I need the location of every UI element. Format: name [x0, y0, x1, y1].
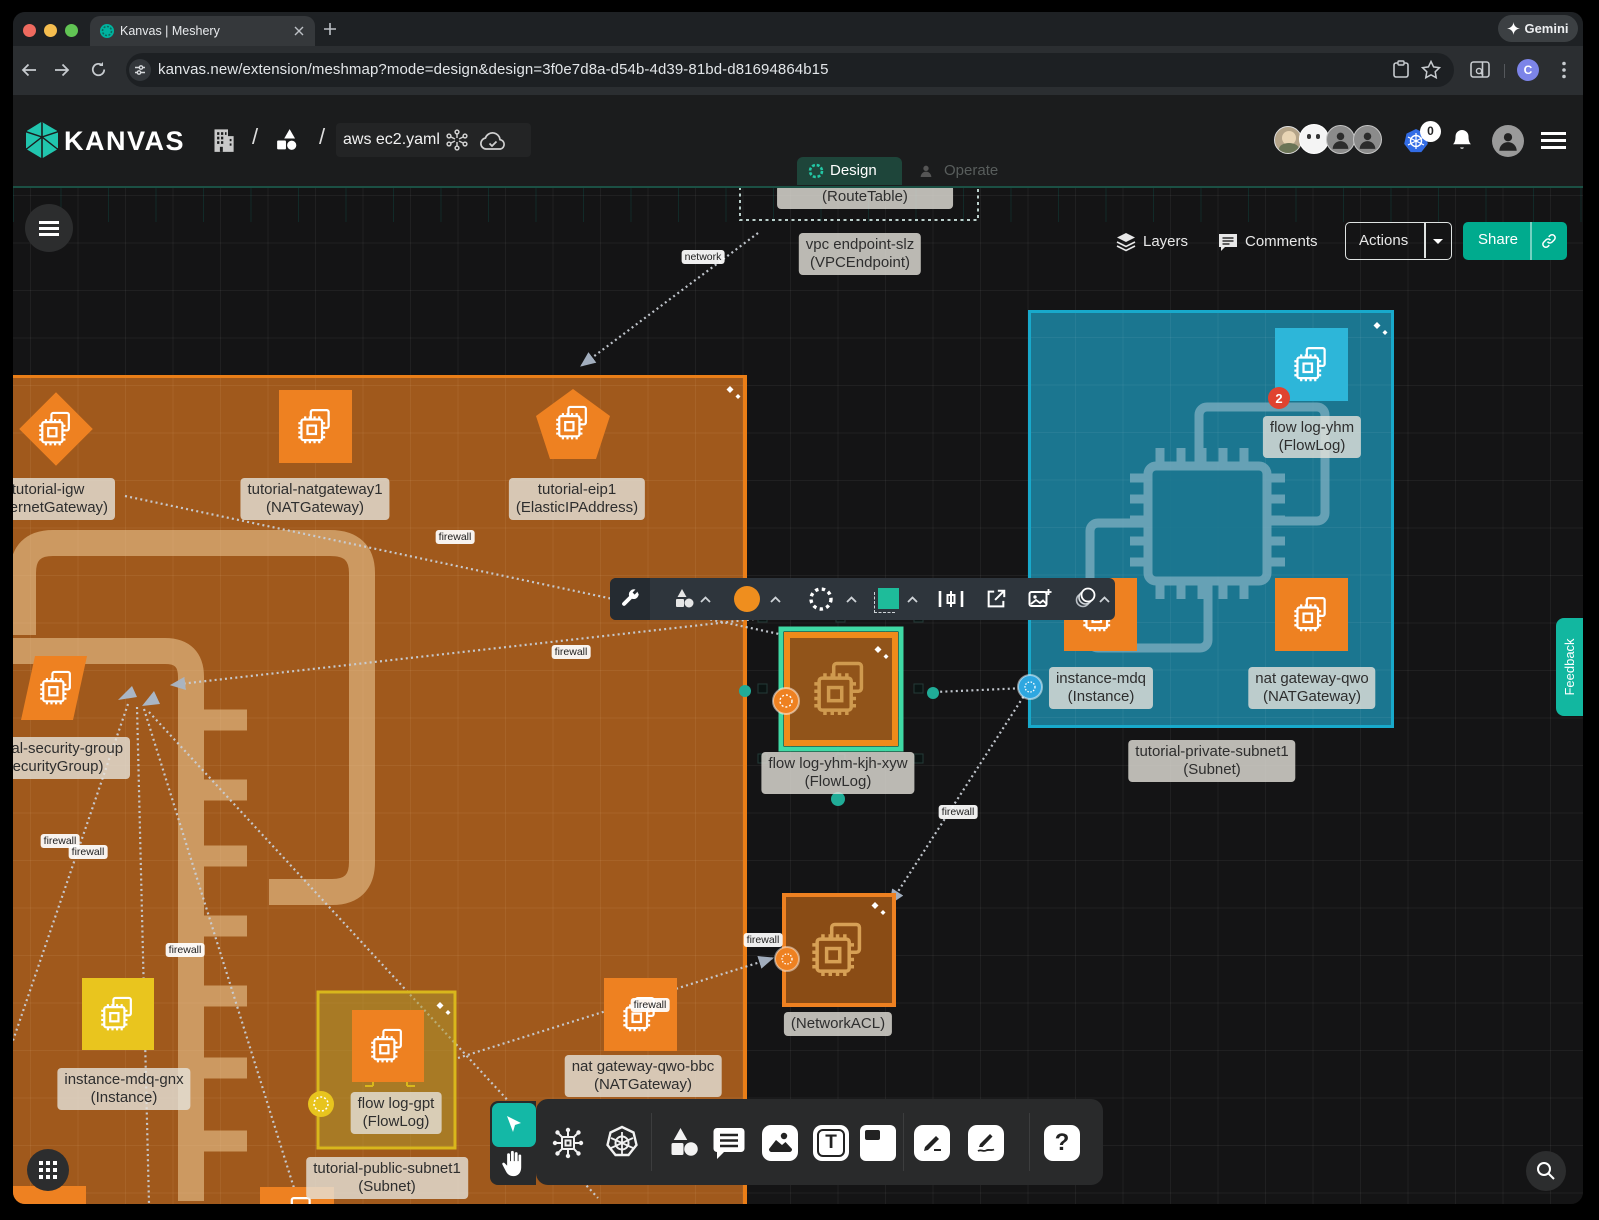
svg-text:2: 2 [1275, 391, 1282, 406]
